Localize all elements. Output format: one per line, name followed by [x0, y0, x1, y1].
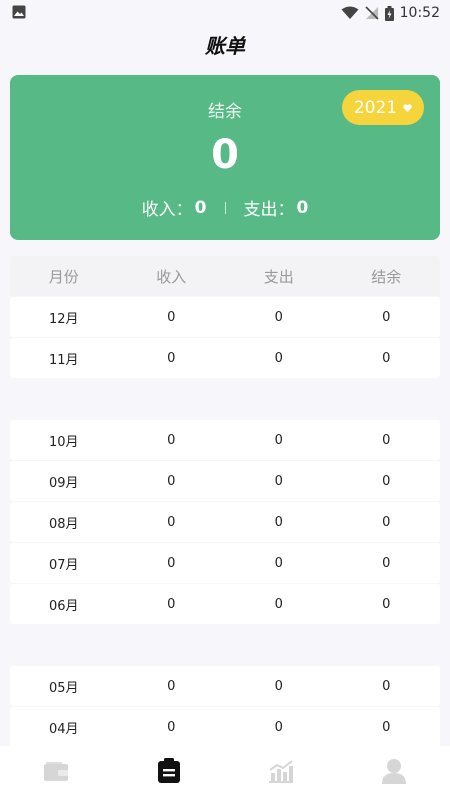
row-month: 09月	[48, 475, 79, 491]
row-month: 10月	[48, 434, 79, 450]
table-row[interactable]: 05月 0 0 0	[10, 666, 440, 706]
status-bar: 10:52	[0, 0, 450, 26]
row-balance: 0	[382, 432, 391, 448]
row-income: 0	[167, 309, 176, 325]
wifi-icon	[341, 6, 359, 20]
column-header-balance: 结余	[371, 267, 402, 286]
battery-icon	[384, 5, 394, 21]
row-balance: 0	[382, 473, 391, 489]
row-balance: 0	[382, 514, 391, 530]
row-income: 0	[167, 514, 176, 530]
row-month: 05月	[48, 680, 79, 696]
row-month: 04月	[48, 721, 79, 737]
no-signal-icon	[365, 6, 379, 20]
summary-card: 结余 0 2021 收入： 0 支出： 0	[10, 75, 440, 240]
row-month: 08月	[48, 516, 79, 532]
row-expense: 0	[274, 555, 283, 571]
nav-tab-wallet[interactable]	[26, 746, 86, 800]
row-expense: 0	[274, 350, 283, 366]
row-expense: 0	[274, 678, 283, 694]
table-row[interactable]: 04月 0 0 0	[10, 707, 440, 747]
row-balance: 0	[382, 350, 391, 366]
row-balance: 0	[382, 555, 391, 571]
table-row[interactable]: 09月 0 0 0	[10, 461, 440, 501]
row-expense: 0	[274, 432, 283, 448]
table-row[interactable]: 10月 0 0 0	[10, 420, 440, 460]
row-balance: 0	[382, 596, 391, 612]
table-row[interactable]: 12月 0 0 0	[10, 297, 440, 337]
row-expense: 0	[274, 596, 283, 612]
heart-dropdown-icon	[403, 103, 412, 112]
income-expense-row: 收入： 0 支出： 0	[10, 195, 440, 221]
table-row[interactable]: 07月 0 0 0	[10, 543, 440, 583]
bottom-nav	[0, 746, 450, 800]
image-notification-icon	[12, 4, 26, 23]
income-label: 收入：	[141, 200, 193, 220]
row-income: 0	[167, 719, 176, 735]
balance-value: 0	[211, 132, 239, 178]
row-income: 0	[167, 473, 176, 489]
nav-tab-stats[interactable]	[251, 746, 311, 800]
expense-label: 支出：	[243, 200, 295, 220]
divider	[224, 201, 226, 214]
row-expense: 0	[274, 719, 283, 735]
table-header: 月份 收入 支出 结余	[10, 256, 440, 296]
table-row[interactable]: 08月 0 0 0	[10, 502, 440, 542]
page-title: 账单	[205, 34, 245, 58]
nav-tab-bills[interactable]	[139, 746, 199, 800]
row-balance: 0	[382, 719, 391, 735]
profile-icon	[381, 758, 406, 788]
expense-value: 0	[296, 197, 309, 218]
column-header-expense: 支出	[263, 267, 294, 286]
column-header-income: 收入	[156, 267, 187, 286]
year-label: 2021	[353, 97, 398, 118]
column-header-month: 月份	[48, 267, 79, 286]
year-selector-button[interactable]: 2021	[342, 90, 424, 125]
row-income: 0	[167, 596, 176, 612]
row-month: 11月	[48, 352, 79, 368]
table-row[interactable]: 06月 0 0 0	[10, 584, 440, 624]
row-income: 0	[167, 678, 176, 694]
row-income: 0	[167, 432, 176, 448]
row-income: 0	[167, 350, 176, 366]
row-balance: 0	[382, 678, 391, 694]
row-expense: 0	[274, 309, 283, 325]
wallet-icon	[43, 759, 69, 787]
chart-icon	[268, 759, 294, 787]
table-row[interactable]: 11月 0 0 0	[10, 338, 440, 378]
nav-tab-profile[interactable]	[364, 746, 424, 800]
bill-icon	[157, 758, 181, 788]
status-time: 10:52	[399, 5, 440, 21]
row-month: 12月	[48, 311, 79, 327]
row-month: 06月	[48, 598, 79, 614]
row-income: 0	[167, 555, 176, 571]
row-month: 07月	[48, 557, 79, 573]
income-value: 0	[194, 197, 207, 218]
row-expense: 0	[274, 514, 283, 530]
row-expense: 0	[274, 473, 283, 489]
row-balance: 0	[382, 309, 391, 325]
